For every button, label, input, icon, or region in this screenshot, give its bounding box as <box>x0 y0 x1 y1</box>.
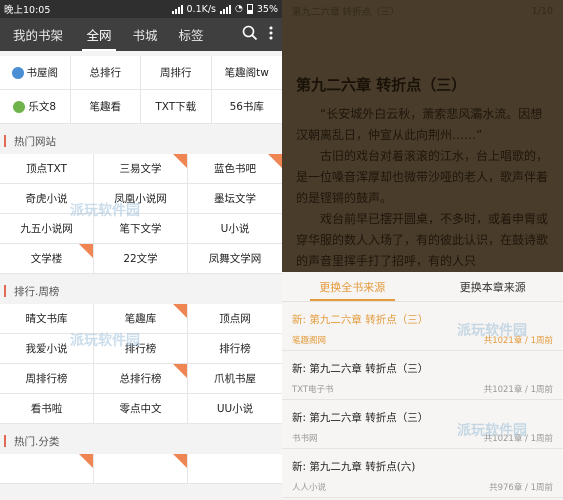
site-link[interactable]: 晴文书库 <box>0 304 94 334</box>
tab-bookshelf[interactable]: 我的书架 <box>0 18 76 51</box>
section-header: 热门.分类 <box>0 428 282 454</box>
chapter-paragraph: 戏台前早已摆开圆桌，不多时，或着申胄或穿华服的数人入场了，有的彼此认识，在鼓诗歌… <box>296 212 549 268</box>
site-link[interactable]: 墨坛文学 <box>188 184 282 214</box>
tab-tags[interactable]: 标签 <box>168 18 214 51</box>
net-speed: 0.1K/s <box>186 3 217 15</box>
signal-icon <box>171 4 183 14</box>
hot-ribbon-icon <box>173 154 187 168</box>
tab-change-chapter-source[interactable]: 更换本章来源 <box>423 272 563 301</box>
source-site: TXT电子书 <box>292 385 334 395</box>
hot-ribbon-icon <box>173 364 187 378</box>
source-count: 共1021章 / 1周前 <box>483 385 553 395</box>
weekly-rank-grid: 晴文书库 笔趣库 顶点网 我爱小说 排行榜 排行榜 周排行榜 总排行榜 爪机书屋 看书啦 零点中文 U… <box>0 304 282 424</box>
reader-page[interactable]: 第九二六章 转折点（三） 1/10 第九二六章 转折点（三） “长安城外白云秋，… <box>282 0 563 272</box>
site-link[interactable]: 排行榜 <box>94 334 188 364</box>
signal-icon-2 <box>220 4 232 14</box>
site-link[interactable]: 看书啦 <box>0 394 94 424</box>
battery-level: 35% <box>256 3 278 15</box>
source-site: 人人小说 <box>292 483 327 493</box>
source-item[interactable]: 总排行 <box>70 56 141 90</box>
more-icon[interactable] <box>268 25 274 45</box>
reader-pane: 第九二六章 转折点（三） 1/10 第九二六章 转折点（三） “长安城外白云秋，… <box>282 0 563 500</box>
site-link[interactable]: 我爱小说 <box>0 334 94 364</box>
site-link[interactable]: 顶点TXT <box>0 154 94 184</box>
source-item[interactable]: TXT下载 <box>141 90 212 124</box>
site-link[interactable]: 总排行榜 <box>94 364 188 394</box>
site-logo-icon <box>11 66 24 79</box>
source-count: 共1021章 / 1周前 <box>483 336 553 346</box>
source-latest-chapter: 新: 第九二六章 转折点（三） <box>292 363 429 375</box>
source-latest-chapter: 新: 第九二六章 转折点（三） <box>292 412 429 424</box>
source-grid: 书屋阁 总排行 周排行 笔趣阁tw 乐文8 笔趣看 TXT下载 56书库 <box>0 56 282 124</box>
site-link[interactable]: 文学楼 <box>0 244 94 274</box>
site-link[interactable]: 凤凰小说网 <box>94 184 188 214</box>
source-item[interactable]: 56书库 <box>211 90 282 124</box>
site-link[interactable]: 22文学 <box>94 244 188 274</box>
site-link[interactable]: U小说 <box>188 214 282 244</box>
site-logo-icon <box>13 100 26 113</box>
change-source-sheet: 更换全书来源 更换本章来源 新: 第九二六章 转折点（三） 笔趣阁网 共1021章 … <box>282 272 563 500</box>
source-count: 共1021章 / 1周前 <box>483 434 553 444</box>
source-row[interactable]: 新: 第九二六章 转折点（三） 笔趣阁网 共1021章 / 1周前 <box>282 302 563 351</box>
status-time: 晚上10:05 <box>4 5 51 16</box>
source-count: 共976章 / 1周前 <box>489 483 553 493</box>
hot-ribbon-icon <box>173 304 187 318</box>
tab-all-web[interactable]: 全网 <box>76 18 122 51</box>
tab-bookstore[interactable]: 书城 <box>122 18 168 51</box>
source-site: 书书网 <box>292 434 318 444</box>
site-link[interactable]: 笔趣库 <box>94 304 188 334</box>
site-link[interactable]: 顶点网 <box>188 304 282 334</box>
search-icon[interactable] <box>242 25 258 45</box>
source-site: 笔趣阁网 <box>292 336 327 346</box>
sheet-tabs: 更换全书来源 更换本章来源 <box>282 272 563 302</box>
site-link[interactable]: 凤舞文学网 <box>188 244 282 274</box>
hot-ribbon-icon <box>79 244 93 258</box>
site-link[interactable]: 零点中文 <box>94 394 188 424</box>
site-link[interactable]: 爪机书屋 <box>188 364 282 394</box>
site-link[interactable]: 蓝色书吧 <box>188 154 282 184</box>
site-link[interactable]: 周排行榜 <box>0 364 94 394</box>
source-row[interactable]: 新: 第九二九章 转折点(六) 人人小说 共976章 / 1周前 <box>282 449 563 498</box>
hot-ribbon-icon <box>268 154 282 168</box>
site-link[interactable]: 九五小说网 <box>0 214 94 244</box>
section-header: 排行.周榜 <box>0 278 282 304</box>
tab-change-book-source[interactable]: 更换全书来源 <box>282 272 423 301</box>
source-item[interactable]: 笔趣看 <box>70 90 141 124</box>
chapter-paragraph: 古旧的戏台对着滚滚的江水，台上唱歌的，是一位嗓音浑厚却也微带沙哑的老人，歌声伴着… <box>296 149 549 205</box>
reader-page-number: 1/10 <box>531 5 553 17</box>
hot-sites-grid: 顶点TXT 三易文学 蓝色书吧奇虎小说 凤凰小说网 墨坛文学九五小说网 笔下文学 U小说文学… <box>0 154 282 274</box>
site-link[interactable]: 奇虎小说 <box>0 184 94 214</box>
status-bar: 晚上10:05 0.1K/s ◔ 35% <box>0 0 282 18</box>
reader-header-chapter: 第九二六章 转折点（三） <box>292 7 400 18</box>
book-app-pane: 晚上10:05 0.1K/s ◔ 35% 我的书架 全网 书城 标签 书屋阁 总… <box>0 0 282 500</box>
site-link[interactable]: 笔下文学 <box>94 214 188 244</box>
source-latest-chapter: 新: 第九二九章 转折点(六) <box>292 461 416 473</box>
chapter-paragraph: “长安城外白云秋，萧索悲风灞水流。因想汉朝离乱日，仲宣从此向荆州……” <box>296 107 543 142</box>
source-row[interactable]: 新: 第九二六章 转折点（三） TXT电子书 共1021章 / 1周前 <box>282 351 563 400</box>
category-grid <box>0 454 282 484</box>
source-row[interactable]: 新: 第九二六章 转折点（三） 书书网 共1021章 / 1周前 <box>282 400 563 449</box>
source-item[interactable]: 乐文8 <box>0 90 71 124</box>
site-link[interactable]: 排行榜 <box>188 334 282 364</box>
wifi-icon: ◔ <box>235 4 243 14</box>
source-item[interactable]: 周排行 <box>141 56 212 90</box>
source-item[interactable]: 书屋阁 <box>0 56 71 90</box>
source-list: 新: 第九二六章 转折点（三） 笔趣阁网 共1021章 / 1周前 新: 第九二六章 … <box>282 302 563 498</box>
site-link[interactable]: 三易文学 <box>94 154 188 184</box>
source-latest-chapter: 新: 第九二六章 转折点（三） <box>292 314 429 326</box>
site-link[interactable]: UU小说 <box>188 394 282 424</box>
battery-icon <box>246 4 253 14</box>
top-nav: 我的书架 全网 书城 标签 <box>0 18 282 51</box>
source-item[interactable]: 笔趣阁tw <box>211 56 282 90</box>
section-header: 热门网站 <box>0 128 282 154</box>
